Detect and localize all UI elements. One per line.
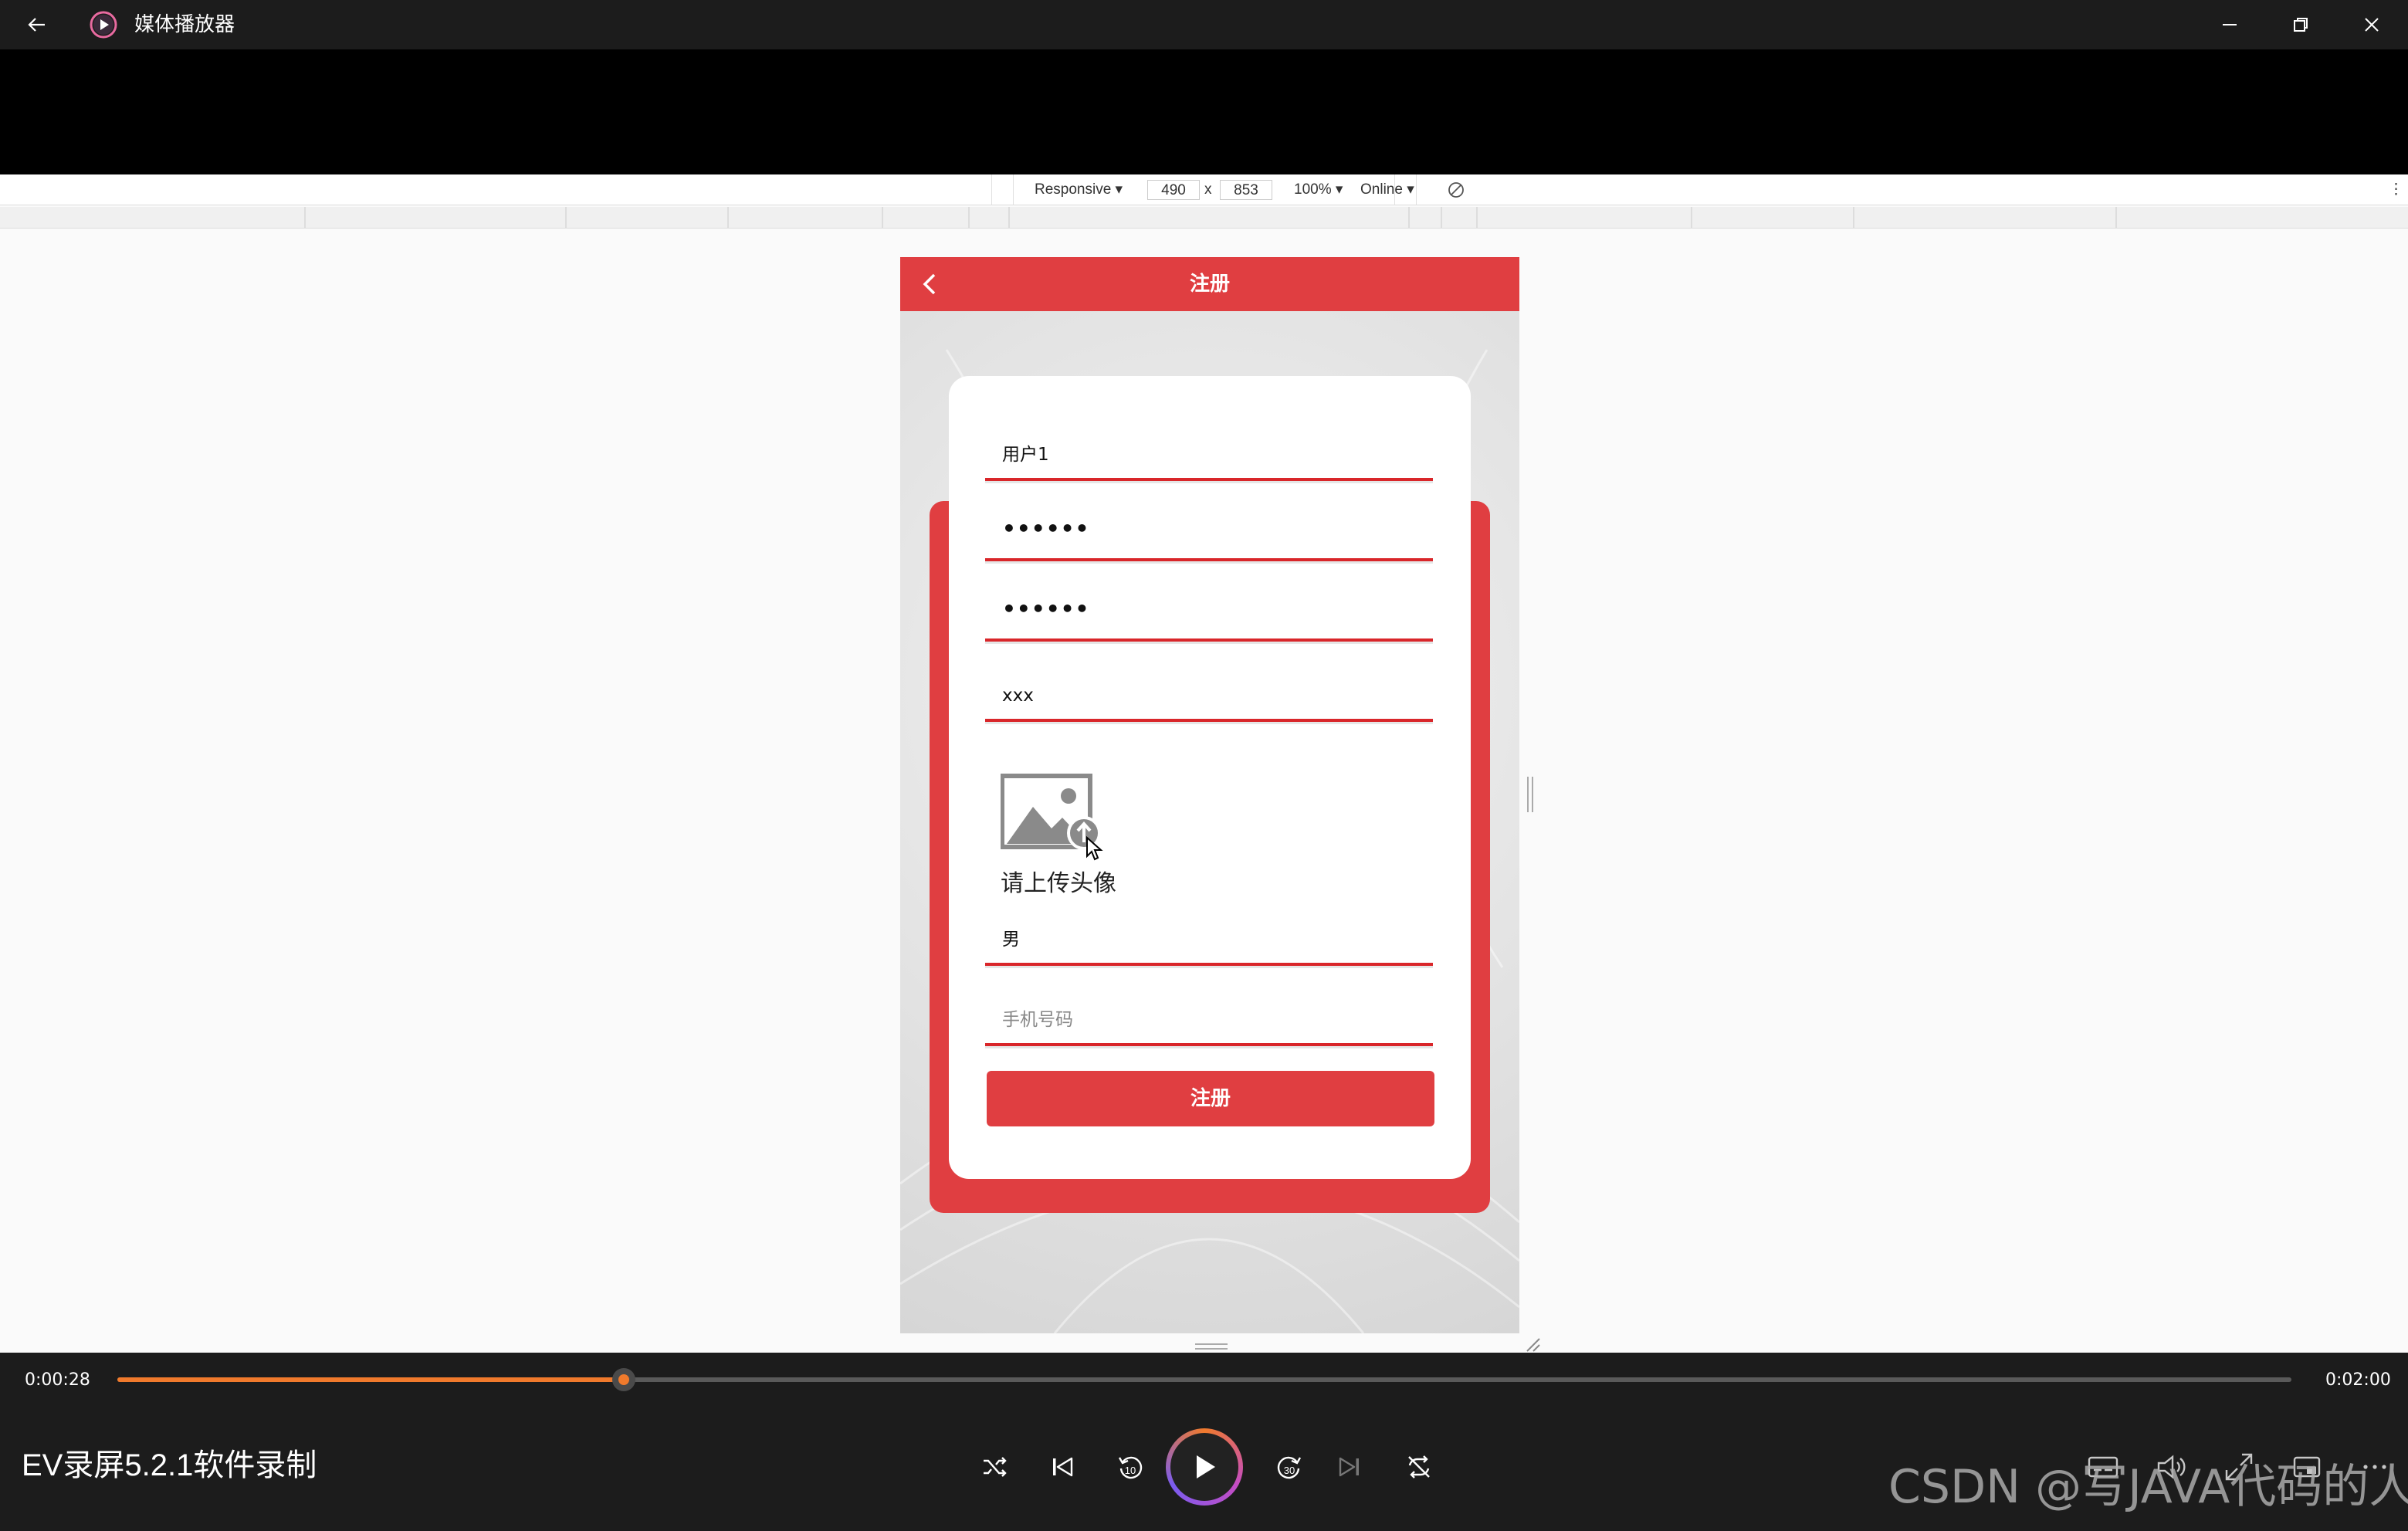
more-vertical-icon[interactable]: ⋮: [2389, 180, 2403, 200]
throttle-select[interactable]: Online ▾: [1360, 180, 1414, 200]
total-time: 0:02:00: [2325, 1370, 2391, 1390]
device-viewport: 注册 用户1 •••••• •••••• xxx 请上传头像 男 手机号码 注册: [900, 257, 1519, 1333]
media-query-bar: [0, 207, 2408, 229]
resize-handle-bottom[interactable]: [1195, 1343, 1228, 1350]
back-button[interactable]: [19, 9, 56, 40]
password-value: ••••••: [1002, 516, 1090, 541]
play-button-inner: [1170, 1433, 1238, 1501]
repeat-off-icon: [1408, 1455, 1430, 1478]
svg-text:30: 30: [1284, 1465, 1295, 1476]
restore-icon: [2294, 18, 2308, 32]
phone-placeholder: 手机号码: [1002, 1010, 1073, 1030]
username-value: 用户1: [1002, 445, 1049, 465]
window-title-bar: 媒体播放器: [0, 0, 2408, 49]
close-button[interactable]: [2344, 6, 2400, 43]
gender-value: 男: [1002, 930, 1020, 950]
seek-bar-progress: [117, 1377, 625, 1382]
next-icon: [1339, 1457, 1359, 1477]
width-input[interactable]: 490: [1147, 180, 1200, 200]
watermark: CSDN @写JAVA代码的人: [1888, 1460, 2408, 1514]
confirm-password-value: ••••••: [1002, 596, 1090, 622]
close-icon: [2365, 18, 2379, 32]
resize-handle-right[interactable]: [1527, 777, 1533, 812]
page-title: 注册: [1189, 273, 1230, 296]
current-time: 0:00:28: [25, 1370, 90, 1390]
play-button[interactable]: [1166, 1428, 1243, 1506]
confirm-password-field[interactable]: ••••••: [985, 592, 1433, 642]
rewind-10-button[interactable]: 10: [1110, 1447, 1150, 1487]
app-header: 注册: [900, 257, 1519, 311]
upload-avatar-label: 请上传头像: [1001, 870, 1116, 897]
repeat-button[interactable]: [1399, 1447, 1439, 1487]
zoom-select[interactable]: 100% ▾: [1294, 180, 1343, 200]
previous-button[interactable]: [1042, 1447, 1082, 1487]
forward-30-icon: 30: [1277, 1456, 1302, 1479]
window-title: 媒体播放器: [134, 13, 235, 36]
video-letterbox: [0, 49, 2408, 174]
rewind-10-icon: 10: [1118, 1456, 1143, 1479]
arrow-left-icon: [28, 18, 45, 32]
next-button[interactable]: [1329, 1447, 1370, 1487]
username-field[interactable]: 用户1: [985, 432, 1433, 481]
height-input[interactable]: 853: [1220, 180, 1272, 200]
seek-bar[interactable]: [117, 1368, 2291, 1391]
mouse-cursor-icon: [1086, 836, 1103, 861]
device-select[interactable]: Responsive ▾: [1035, 180, 1123, 200]
previous-icon: [1053, 1457, 1073, 1477]
restore-button[interactable]: [2273, 6, 2328, 43]
seek-thumb[interactable]: [612, 1368, 636, 1391]
play-icon: [1197, 1455, 1215, 1478]
device-toolbar: Responsive ▾ 490 x 853 100% ▾ Online ▾ ⋮: [0, 174, 2408, 205]
shuffle-icon: [984, 1457, 1007, 1477]
media-title: EV录屏5.2.1软件录制: [22, 1448, 317, 1482]
gender-field[interactable]: 男: [985, 916, 1433, 966]
svg-text:10: 10: [1125, 1465, 1136, 1476]
phone-field[interactable]: 手机号码: [985, 997, 1433, 1046]
throttle-label: Online: [1360, 181, 1403, 198]
password-field[interactable]: ••••••: [985, 512, 1433, 561]
resize-corner-icon[interactable]: [1524, 1336, 1541, 1353]
nickname-field[interactable]: xxx: [985, 672, 1433, 722]
shuffle-button[interactable]: [974, 1447, 1014, 1487]
forward-30-button[interactable]: 30: [1269, 1447, 1309, 1487]
dimension-separator: x: [1204, 181, 1212, 198]
zoom-label: 100%: [1294, 181, 1332, 198]
media-player-icon: [88, 9, 119, 40]
rotate-icon[interactable]: [1447, 181, 1465, 199]
nickname-value: xxx: [1002, 686, 1034, 706]
device-select-label: Responsive: [1035, 181, 1112, 198]
minimize-button[interactable]: [2202, 6, 2257, 43]
register-button[interactable]: 注册: [987, 1071, 1434, 1126]
minimize-icon: [2223, 24, 2237, 25]
